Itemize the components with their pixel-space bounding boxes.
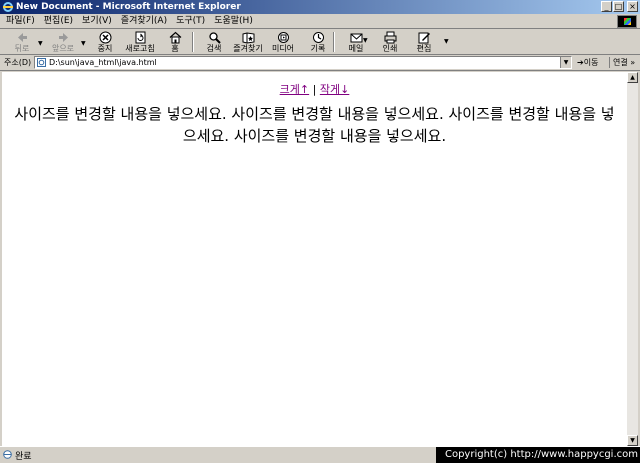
copyright-banner: Copyright(c) http://www.happycgi.com bbox=[436, 447, 640, 463]
title-bar: New Document - Microsoft Internet Explor… bbox=[0, 0, 640, 14]
stop-label: 중지 bbox=[97, 44, 113, 53]
page-done-icon bbox=[3, 450, 12, 459]
address-label: 주소(D) bbox=[4, 58, 32, 67]
refresh-button[interactable]: 새로고침 bbox=[120, 31, 160, 53]
maximize-button[interactable]: □ bbox=[613, 1, 624, 12]
vertical-scrollbar[interactable]: ▲ ▼ bbox=[627, 72, 638, 446]
history-label: 기록 bbox=[310, 44, 326, 53]
page-content: 크게↑ | 작게↓ 사이즈를 변경할 내용을 넣으세요. 사이즈를 변경할 내용… bbox=[2, 72, 627, 446]
back-label: 뒤로 bbox=[14, 44, 30, 53]
menu-tools[interactable]: 도구(T) bbox=[176, 15, 205, 27]
menu-help[interactable]: 도움말(H) bbox=[214, 15, 253, 27]
back-dropdown-icon[interactable]: ▼ bbox=[38, 40, 43, 47]
windows-flag-icon bbox=[617, 15, 637, 28]
mail-label: 메일 bbox=[348, 44, 364, 53]
menu-edit[interactable]: 편집(E) bbox=[44, 15, 73, 27]
mail-icon bbox=[350, 33, 362, 43]
page-icon bbox=[37, 58, 46, 67]
menu-file[interactable]: 파일(F) bbox=[6, 15, 35, 27]
history-icon bbox=[312, 32, 324, 43]
search-icon bbox=[208, 32, 221, 44]
minimize-button[interactable]: _ bbox=[601, 1, 612, 12]
edit-page-icon bbox=[418, 32, 430, 44]
more-tools-dropdown-icon[interactable]: ▼ bbox=[444, 38, 449, 45]
favorites-label: 즐겨찾기 bbox=[233, 44, 263, 53]
printer-icon bbox=[384, 31, 396, 44]
forward-button[interactable]: 앞으로 bbox=[43, 31, 83, 53]
ie-logo-icon bbox=[3, 2, 13, 12]
go-label: 이동 bbox=[583, 58, 599, 67]
media-label: 미디어 bbox=[271, 44, 295, 53]
window-title: New Document - Microsoft Internet Explor… bbox=[16, 2, 241, 12]
refresh-label: 새로고침 bbox=[125, 44, 155, 53]
forward-label: 앞으로 bbox=[51, 44, 75, 53]
menu-bar: 파일(F) 편집(E) 보기(V) 즐겨찾기(A) 도구(T) 도움말(H) bbox=[0, 14, 640, 29]
back-button[interactable]: 뒤로 bbox=[2, 31, 42, 53]
menu-favorites[interactable]: 즐겨찾기(A) bbox=[121, 15, 167, 27]
search-label: 검색 bbox=[206, 44, 222, 53]
scroll-up-icon[interactable]: ▲ bbox=[627, 72, 638, 83]
print-label: 인쇄 bbox=[382, 44, 398, 53]
stop-icon bbox=[99, 31, 111, 44]
back-arrow-icon bbox=[17, 33, 27, 42]
edit-label: 편집 bbox=[416, 44, 432, 53]
menu-view[interactable]: 보기(V) bbox=[82, 15, 112, 27]
home-label: 홈 bbox=[171, 44, 179, 53]
resizable-text: 사이즈를 변경할 내용을 넣으세요. 사이즈를 변경할 내용을 넣으세요. 사이… bbox=[14, 105, 615, 145]
address-dropdown-icon[interactable]: ▼ bbox=[560, 57, 571, 68]
home-button[interactable]: 홈 bbox=[155, 31, 195, 53]
media-button[interactable]: 미디어 bbox=[263, 31, 303, 53]
go-arrow-icon: ➔ bbox=[577, 58, 584, 67]
scroll-down-icon[interactable]: ▼ bbox=[627, 435, 638, 446]
address-url: D:\sun\java_html\java.html bbox=[49, 58, 157, 67]
address-input[interactable]: D:\sun\java_html\java.html ▼ bbox=[34, 56, 572, 69]
go-button[interactable]: ➔이동 bbox=[577, 57, 598, 68]
home-icon bbox=[169, 31, 181, 44]
size-controls: 크게↑ | 작게↓ bbox=[2, 81, 627, 97]
media-icon bbox=[277, 32, 289, 43]
edit-button[interactable]: 편집 bbox=[404, 31, 444, 53]
bigger-link[interactable]: 크게↑ bbox=[280, 83, 309, 96]
favorites-icon bbox=[242, 32, 254, 44]
toolbar-separator bbox=[333, 32, 335, 52]
history-button[interactable]: 기록 bbox=[298, 31, 338, 53]
links-button[interactable]: 연결 » bbox=[609, 57, 635, 68]
favorites-button[interactable]: 즐겨찾기 bbox=[228, 31, 268, 53]
mail-dropdown-icon[interactable]: ▼ bbox=[363, 37, 368, 44]
address-bar: 주소(D) D:\sun\java_html\java.html ▼ ➔이동 연… bbox=[0, 55, 640, 71]
forward-arrow-icon bbox=[58, 33, 68, 42]
refresh-icon bbox=[135, 31, 145, 44]
link-separator: | bbox=[312, 83, 317, 96]
close-button[interactable]: × bbox=[627, 1, 638, 12]
smaller-link[interactable]: 작게↓ bbox=[320, 83, 349, 96]
status-text: 완료 bbox=[15, 452, 32, 462]
status-bar: 완료 Copyright(c) http://www.happycgi.com bbox=[0, 446, 640, 463]
stop-button[interactable]: 중지 bbox=[85, 31, 125, 53]
toolbar: 뒤로 ▼ 앞으로 ▼ 중지 새로고침 홈 검색 즐겨찾기 미디어 기록 메일 ▼ bbox=[0, 29, 640, 55]
